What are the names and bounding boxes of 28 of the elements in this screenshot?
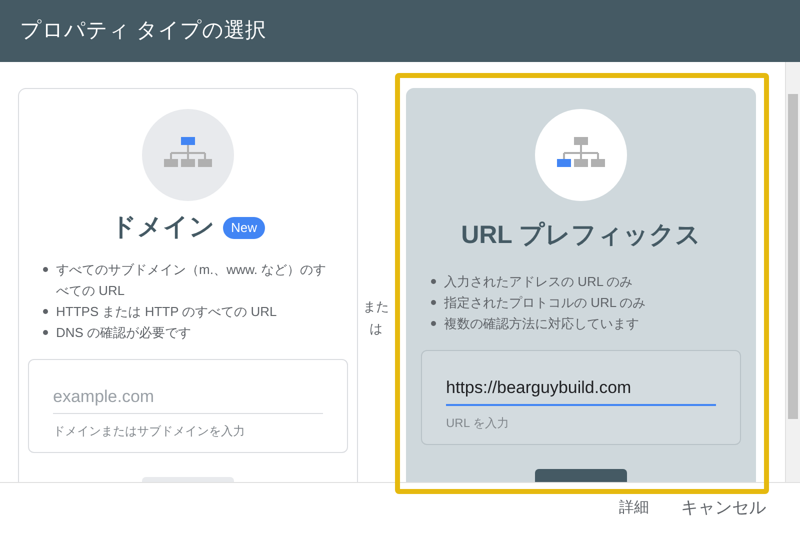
bullet-icon — [431, 320, 436, 326]
option-card[interactable]: ドメイン New すべてのサブドメイン（m.、www. など）のすべての URL HTTPS または HTTP のすべての URL DNS の確認が必要です example.com ドメインまたはサブドメインを入力 — [18, 88, 358, 482]
feature-text: すべてのサブドメイン（m.、www. など）のすべての URL — [56, 260, 328, 300]
bullet-icon — [431, 300, 436, 304]
bullet-icon — [431, 278, 436, 284]
cancel-button[interactable]: キャンセル — [681, 495, 766, 521]
scrollbar[interactable] — [785, 62, 800, 482]
separator-text: または — [362, 298, 390, 338]
feature-text: 複数の確認方法に対応しています — [444, 314, 639, 332]
details-button[interactable]: 詳細 — [619, 496, 649, 520]
url-input[interactable]: https://bearguybuild.com — [446, 374, 716, 406]
url-field[interactable]: https://bearguybuild.com URL を入力 — [421, 350, 741, 445]
field-helper-text: ドメインまたはサブドメインを入力 — [53, 423, 246, 440]
bullet-icon — [43, 330, 48, 334]
window-title: プロパティ タイプの選択 — [20, 18, 266, 44]
option-card[interactable]: URL プレフィックス 入力されたアドレスの URL のみ 指定されたプロトコルの URL のみ 複数の確認方法に対応しています https://bearguybuild.com URL を入力 — [406, 88, 756, 482]
feature-text: DNS の確認が必要です — [56, 324, 192, 342]
new-badge: New — [222, 217, 265, 238]
option-title: ドメイン — [110, 212, 215, 243]
feature-text: HTTPS または HTTP のすべての URL — [56, 302, 277, 320]
bullet-icon — [43, 266, 48, 272]
bullet-icon — [43, 308, 48, 314]
feature-text: 入力されたアドレスの URL のみ — [444, 272, 633, 290]
option-title: URL プレフィックス — [461, 220, 701, 251]
domain-input[interactable]: example.com — [53, 384, 323, 414]
field-helper-text: URL を入力 — [446, 415, 510, 432]
feature-text: 指定されたプロトコルの URL のみ — [444, 294, 646, 312]
domain-field[interactable]: example.com ドメインまたはサブドメインを入力 — [28, 358, 348, 453]
